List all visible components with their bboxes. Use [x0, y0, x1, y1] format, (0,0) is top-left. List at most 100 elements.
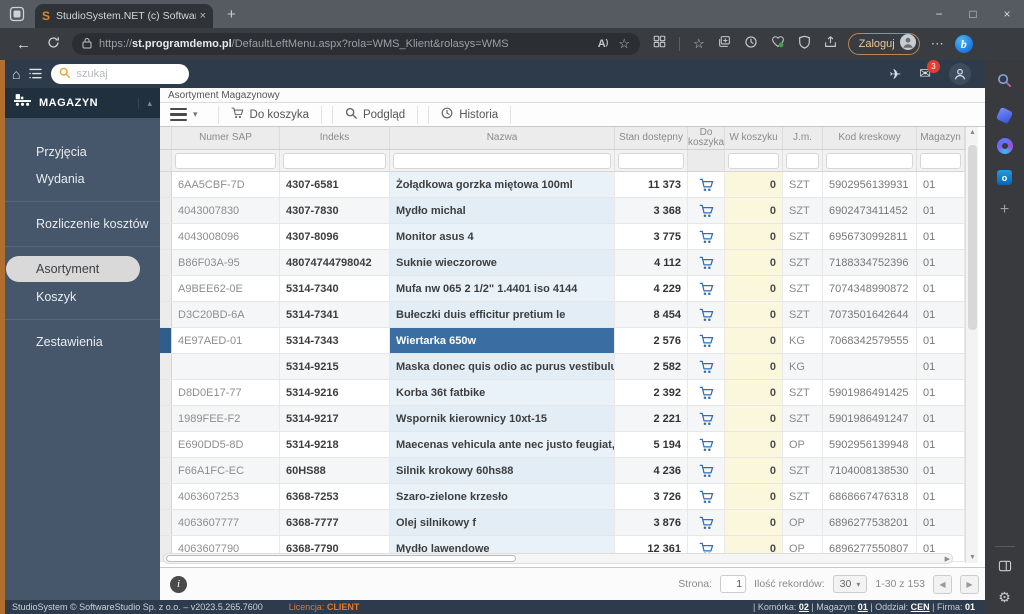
cell-kod-kreskowy[interactable]: 7104008138530	[823, 458, 917, 483]
tab-close-icon[interactable]: ×	[200, 10, 206, 22]
cell-w-koszyku[interactable]: 0	[725, 276, 783, 301]
cell-kod-kreskowy[interactable]: 7073501642644	[823, 302, 917, 327]
browser-menu-icon[interactable]: ⋯	[931, 36, 945, 52]
cell-magazyn[interactable]: 01	[917, 432, 965, 457]
cell-kod-kreskowy[interactable]: 6868667476318	[823, 484, 917, 509]
cell-nazwa[interactable]: Silnik krokowy 60hs88	[390, 458, 615, 483]
add-to-cart-button[interactable]	[699, 360, 714, 374]
bing-discover-icon[interactable]: b	[955, 35, 973, 53]
table-row[interactable]: 4E97AED-015314-7343Wiertarka 650w2 5760K…	[160, 328, 965, 354]
cell-indeks[interactable]: 4307-8096	[280, 224, 390, 249]
row-selector[interactable]	[160, 250, 172, 275]
cell-kod-kreskowy[interactable]: 7074348990872	[823, 276, 917, 301]
cell-jm[interactable]: OP	[783, 432, 823, 457]
cell-indeks[interactable]: 60HS88	[280, 458, 390, 483]
history-icon[interactable]	[744, 35, 758, 54]
address-bar[interactable]: https://st.programdemo.pl/DefaultLeftMen…	[72, 33, 640, 55]
column-header-do-koszyka[interactable]: Do koszyka	[688, 127, 725, 149]
table-row[interactable]: 5314-9215Maska donec quis odio ac purus …	[160, 354, 965, 380]
home-icon[interactable]: ⌂	[12, 66, 20, 82]
cell-nazwa[interactable]: Monitor asus 4	[390, 224, 615, 249]
column-header-stan-dostępny[interactable]: Stan dostępny	[615, 127, 688, 149]
cell-w-koszyku[interactable]: 0	[725, 458, 783, 483]
add-to-cart-button[interactable]	[699, 438, 714, 452]
row-selector[interactable]	[160, 172, 172, 197]
outlook-icon[interactable]: o	[997, 170, 1012, 185]
user-icon[interactable]	[949, 63, 971, 85]
column-header-numer-sap[interactable]: Numer SAP	[172, 127, 280, 149]
row-selector[interactable]	[160, 302, 172, 327]
cell-magazyn[interactable]: 01	[917, 224, 965, 249]
settings-gear-icon[interactable]: ⚙	[998, 589, 1011, 606]
cell-jm[interactable]: SZT	[783, 276, 823, 301]
do-koszyka-button[interactable]: Do koszyka	[218, 106, 322, 124]
cell-nazwa[interactable]: Szaro-zielone krzesło	[390, 484, 615, 509]
cell-w-koszyku[interactable]: 0	[725, 172, 783, 197]
cell-magazyn[interactable]: 01	[917, 302, 965, 327]
cell-kod-kreskowy[interactable]: 6956730992811	[823, 224, 917, 249]
scroll-up-icon[interactable]: ▲	[966, 129, 979, 136]
scroll-down-icon[interactable]: ▼	[966, 554, 979, 561]
cell-indeks[interactable]: 5314-9218	[280, 432, 390, 457]
cell-stan-dostepny[interactable]: 3 876	[615, 510, 688, 535]
window-minimize-button[interactable]: −	[922, 0, 956, 28]
cell-nazwa[interactable]: Mydło michal	[390, 198, 615, 223]
cell-nazwa[interactable]: Żołądkowa gorzka miętowa 100ml	[390, 172, 615, 197]
cell-nazwa[interactable]: Maska donec quis odio ac purus vestibulu…	[390, 354, 615, 379]
sidebar-item-zestawienia[interactable]: Zestawienia	[0, 329, 160, 355]
cell-jm[interactable]: SZT	[783, 198, 823, 223]
add-to-cart-button[interactable]	[699, 464, 714, 478]
workspaces-icon[interactable]	[9, 6, 25, 22]
window-close-button[interactable]: ×	[990, 0, 1024, 28]
add-to-cart-button[interactable]	[699, 490, 714, 504]
microsoft-365-icon[interactable]	[997, 138, 1013, 154]
sidebar-item-przyjęcia[interactable]: Przyjęcia	[0, 139, 160, 165]
column-header-indeks[interactable]: Indeks	[280, 127, 390, 149]
cell-jm[interactable]: KG	[783, 354, 823, 379]
extensions-icon[interactable]	[653, 35, 666, 53]
cell-kod-kreskowy[interactable]: 5902956139948	[823, 432, 917, 457]
cell-kod-kreskowy[interactable]: 5902956139931	[823, 172, 917, 197]
filter-input-w-koszyku[interactable]	[728, 153, 779, 169]
login-button[interactable]: Zaloguj	[848, 33, 920, 55]
cell-magazyn[interactable]: 01	[917, 510, 965, 535]
cell-numer-sap[interactable]: B86F03A-95	[172, 250, 280, 275]
cell-magazyn[interactable]: 01	[917, 380, 965, 405]
cell-indeks[interactable]: 5314-7343	[280, 328, 390, 353]
table-row[interactable]: F66A1FC-EC60HS88Silnik krokowy 60hs884 2…	[160, 458, 965, 484]
cell-kod-kreskowy[interactable]: 7068342579555	[823, 328, 917, 353]
cell-stan-dostepny[interactable]: 3 726	[615, 484, 688, 509]
cell-nazwa[interactable]: Korba 36t fatbike	[390, 380, 615, 405]
cell-indeks[interactable]: 6368-7253	[280, 484, 390, 509]
cell-numer-sap[interactable]: 1989FEE-F2	[172, 406, 280, 431]
cell-stan-dostepny[interactable]: 4 112	[615, 250, 688, 275]
table-row[interactable]: 40636077776368-7777Olej silnikowy f3 876…	[160, 510, 965, 536]
cell-w-koszyku[interactable]: 0	[725, 354, 783, 379]
cell-stan-dostepny[interactable]: 5 194	[615, 432, 688, 457]
cell-w-koszyku[interactable]: 0	[725, 484, 783, 509]
cell-kod-kreskowy[interactable]: 6896277538201	[823, 510, 917, 535]
cell-jm[interactable]: SZT	[783, 380, 823, 405]
cell-stan-dostepny[interactable]: 2 582	[615, 354, 688, 379]
cell-jm[interactable]: SZT	[783, 224, 823, 249]
cell-w-koszyku[interactable]: 0	[725, 380, 783, 405]
search-input[interactable]	[76, 68, 166, 80]
cell-w-koszyku[interactable]: 0	[725, 328, 783, 353]
row-selector[interactable]	[160, 328, 172, 353]
cell-numer-sap[interactable]: A9BEE62-0E	[172, 276, 280, 301]
shopping-icon[interactable]	[996, 107, 1013, 124]
add-to-cart-button[interactable]	[699, 230, 714, 244]
sidebar-item-asortyment[interactable]: Asortyment	[6, 256, 140, 282]
add-to-cart-button[interactable]	[699, 178, 714, 192]
cell-nazwa[interactable]: Suknie wieczorowe	[390, 250, 615, 275]
cell-stan-dostepny[interactable]: 4 236	[615, 458, 688, 483]
add-to-cart-button[interactable]	[699, 516, 714, 530]
table-row[interactable]: A9BEE62-0E5314-7340Mufa nw 065 2 1/2" 1.…	[160, 276, 965, 302]
grid-menu-button[interactable]: ▾	[168, 108, 208, 122]
podgląd-button[interactable]: Podgląd	[332, 106, 418, 124]
sidebar-item-rozliczenie-kosztów[interactable]: Rozliczenie kosztów	[0, 211, 160, 237]
add-to-cart-button[interactable]	[699, 204, 714, 218]
cell-jm[interactable]: SZT	[783, 250, 823, 275]
cell-stan-dostepny[interactable]: 3 368	[615, 198, 688, 223]
table-row[interactable]: 1989FEE-F25314-9217Wspornik kierownicy 1…	[160, 406, 965, 432]
